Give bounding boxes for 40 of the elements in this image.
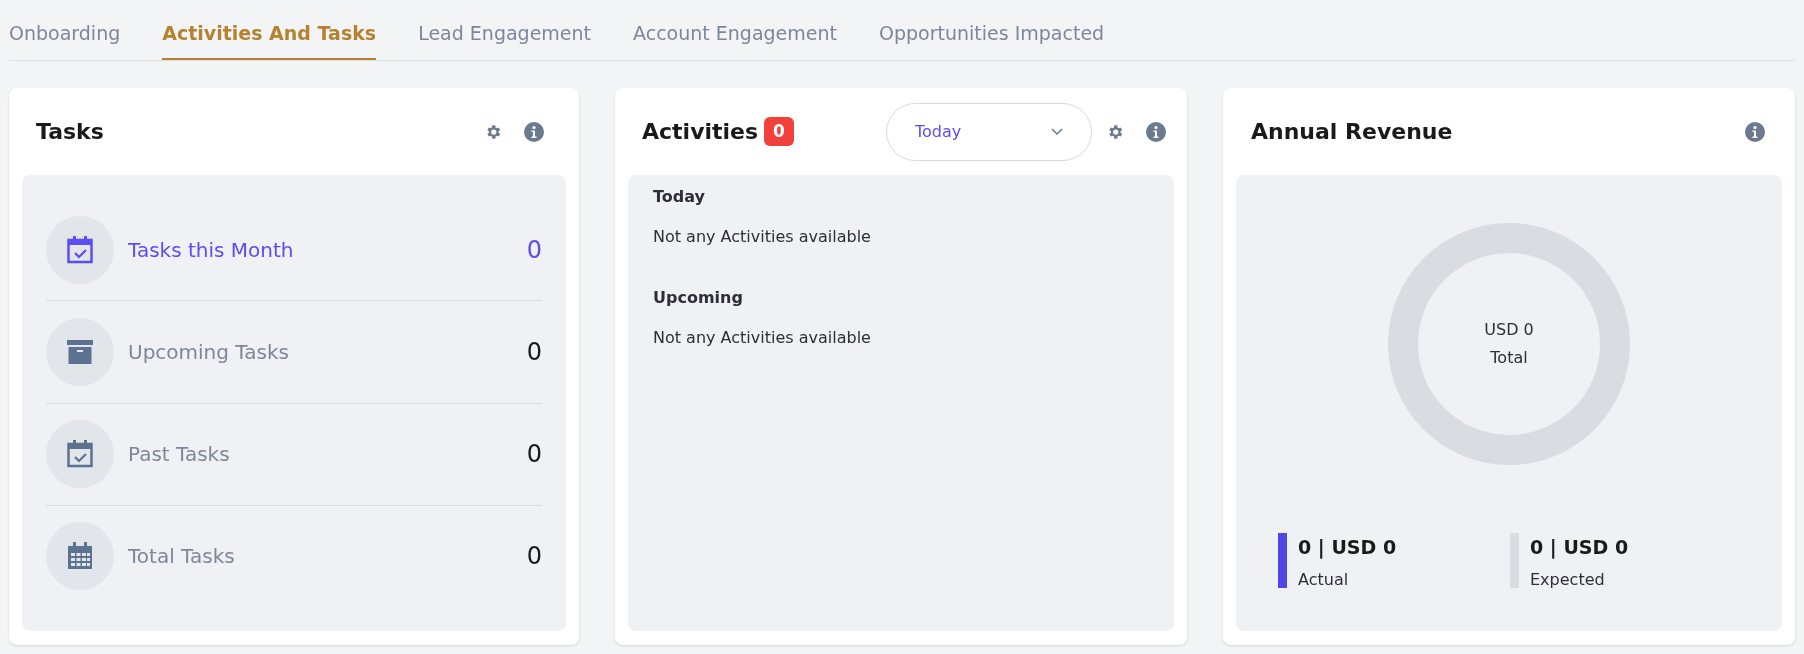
task-count: 0	[526, 234, 542, 266]
info-icon[interactable]	[524, 121, 544, 142]
period-dropdown[interactable]: Today	[886, 102, 1092, 161]
task-row[interactable]: Upcoming Tasks 0	[46, 301, 542, 404]
task-count: 0	[526, 439, 542, 471]
task-label: Total Tasks	[128, 543, 236, 571]
info-icon[interactable]	[1745, 121, 1765, 142]
task-row[interactable]: Total Tasks 0	[46, 505, 542, 607]
legend-label: Expected	[1530, 568, 1606, 591]
total-value: USD 0	[1484, 319, 1534, 341]
archive-box-icon	[67, 339, 93, 364]
tab[interactable]: Onboarding	[9, 18, 121, 60]
card-title: Tasks	[36, 118, 105, 146]
calendar-check-icon	[67, 440, 93, 469]
task-row[interactable]: Past Tasks 0	[46, 403, 542, 506]
card-title: Annual Revenue	[1251, 118, 1454, 146]
section-heading: Upcoming	[653, 287, 744, 309]
count-badge: 0	[764, 116, 794, 147]
task-row[interactable]: Tasks this Month 0	[46, 199, 542, 302]
tab[interactable]: Activities And Tasks	[162, 18, 377, 60]
info-icon[interactable]	[1146, 121, 1166, 142]
tab[interactable]: Account Engagement	[633, 18, 837, 60]
legend-value: 0 | USD 0	[1530, 535, 1629, 561]
task-count: 0	[526, 541, 542, 573]
total-label: Total	[1490, 347, 1528, 369]
legend-value: 0 | USD 0	[1298, 535, 1397, 561]
legend-label: Actual	[1298, 568, 1350, 591]
task-label: Tasks this Month	[128, 236, 295, 264]
chevron-down-icon	[1051, 127, 1063, 136]
calendar-icon	[67, 542, 93, 571]
task-label: Upcoming Tasks	[128, 338, 290, 366]
card-title: Activities	[642, 118, 759, 146]
calendar-check-icon	[67, 235, 93, 264]
tab[interactable]: Opportunities Impacted	[879, 18, 1105, 60]
task-count: 0	[526, 336, 542, 368]
tab[interactable]: Lead Engagement	[418, 18, 592, 60]
section-heading: Today	[653, 186, 706, 208]
task-label: Past Tasks	[128, 441, 231, 469]
empty-message: Not any Activities available	[653, 226, 872, 248]
empty-message: Not any Activities available	[653, 327, 872, 349]
